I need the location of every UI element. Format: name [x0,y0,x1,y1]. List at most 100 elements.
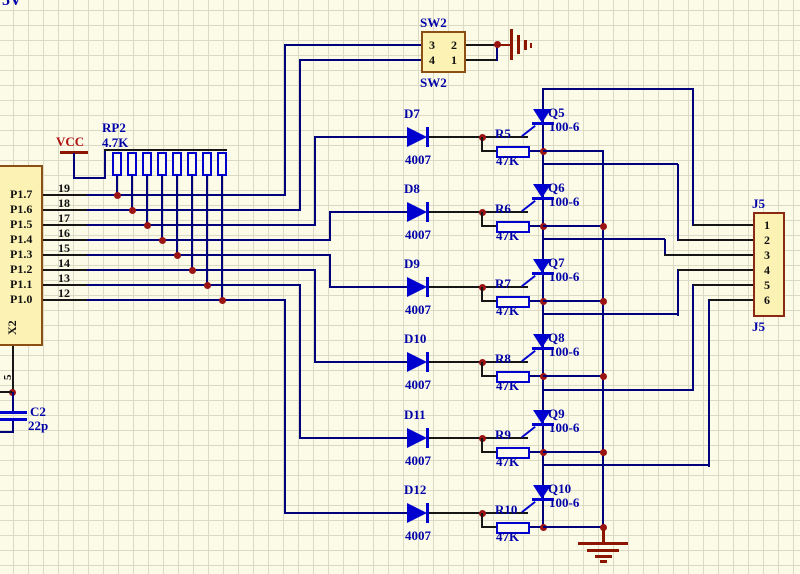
designator-label: R6 [495,202,511,215]
value-label: 4.7K [102,136,128,149]
value-label: 100-6 [549,270,579,283]
ground-icon [600,560,607,563]
wire [543,375,604,377]
sw2-body [421,31,466,73]
pin-number-label: 17 [50,212,78,224]
junction-dot [129,207,136,214]
value-label: 47K [496,154,519,167]
designator-label: R5 [495,127,511,140]
value-label: 47K [496,530,519,543]
designator-label: C2 [30,405,46,418]
wire [87,239,331,241]
wire [481,150,497,152]
designator-label: R7 [495,277,511,290]
pin-name-label: P1.6 [10,203,32,215]
designator-label: D12 [404,483,426,496]
designator-label: D8 [404,182,420,195]
wire [329,211,331,241]
wire [708,299,710,467]
pin-wire [693,284,753,286]
wire [73,177,106,179]
vcc-label: VCC [56,135,84,148]
wire [0,431,14,433]
pin-wire [664,254,753,256]
junction-dot [204,282,211,289]
resistor-symbol [217,152,227,176]
pin-number-label: 4 [757,264,777,276]
value-label: 4007 [405,153,431,166]
designator-label: Q10 [548,482,571,495]
anode-wire [542,238,665,240]
wire [481,451,497,453]
anode-wire [542,464,709,466]
designator-label: SW2 [420,16,447,29]
pin-wire [43,299,88,301]
designator-label: RP2 [102,121,126,134]
wire [221,176,223,301]
wire [87,299,286,301]
anode-wire [542,313,679,315]
resistor-symbol [112,152,122,176]
pin-wire [466,59,497,61]
value-label: 100-6 [549,421,579,434]
pin-wire [43,254,88,256]
diode-icon [407,202,427,222]
wire [284,44,421,46]
ground-icon [510,29,513,60]
pin-wire [678,239,753,241]
wire [677,164,679,241]
junction-dot [159,237,166,244]
scr-gate-line [521,275,536,287]
wire [87,254,331,256]
anode-wire [542,389,693,391]
junction-dot [174,252,181,259]
diode-icon [407,127,427,147]
wire [481,225,497,227]
wire [284,512,407,514]
pin-wire [12,346,14,392]
junction-dot [600,298,607,305]
wire [161,176,163,241]
designator-label: R10 [495,503,517,516]
pin-number-label: 18 [50,197,78,209]
pin-number-label: 3 [757,249,777,261]
wire [543,526,604,528]
value-label: 4007 [405,378,431,391]
ground-icon [587,549,619,552]
designator-label: D11 [404,408,426,421]
wire [314,269,316,363]
resistor-symbol [187,152,197,176]
ground-icon [524,40,527,50]
pin-number-label: 5 [3,375,14,381]
capacitor-icon [0,411,27,414]
junction-dot [219,297,226,304]
value-label: 4007 [405,529,431,542]
wire [284,44,286,196]
pin-wire [466,44,497,46]
wire [87,269,316,271]
diode-icon [407,352,427,372]
wire [284,299,286,514]
wire [176,176,178,256]
pin-wire [43,284,88,286]
wire [677,269,679,316]
schematic-canvas: 5V X2 P1.7 P1.6 P1.5 P1.4 P1.3 P1.2 P1.1… [0,0,800,574]
ground-icon [530,43,532,48]
wire [299,59,301,211]
pin-number-label: 3 [429,39,435,51]
resistor-symbol [157,152,167,176]
value-label: 22p [28,419,48,432]
value-label: 47K [496,455,519,468]
designator-label: Q6 [548,181,565,194]
pin-number-label: 15 [50,242,78,254]
scr-gate-line [521,200,536,212]
wire [299,437,407,439]
designator-label: J5 [752,197,765,210]
pin-number-label: 2 [757,234,777,246]
junction-dot [144,222,151,229]
diode-icon [407,277,427,297]
designator-label: Q5 [548,106,565,119]
pin-wire [678,269,753,271]
pin-number-label: 5 [757,279,777,291]
resistor-symbol [172,152,182,176]
